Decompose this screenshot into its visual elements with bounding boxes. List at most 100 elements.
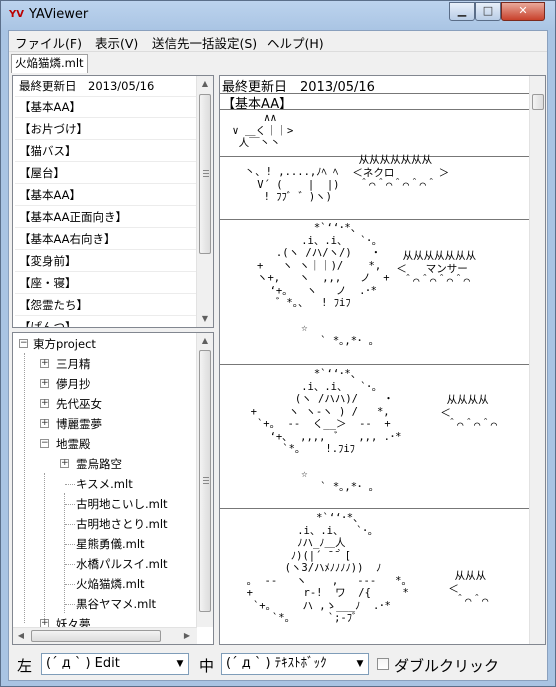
aa-speech-balloon: 从从从从从从从 ＜ネクロ ＞ ＾⌒＾⌒＾⌒＾⌒＾ <box>352 154 450 191</box>
tree-node-file[interactable]: 星熊勇儀.mlt <box>76 534 145 554</box>
left-click-label: 左 <box>17 657 33 675</box>
middle-click-action-value: (´ д ` ) ﾃｷｽﾄﾎﾞｯｸ <box>226 656 327 671</box>
menu-bar: ファイル(F) 表示(V) 送信先一括設定(S) ヘルプ(H) <box>9 31 547 52</box>
tab-current-file[interactable]: 火焔猫燐.mlt <box>11 54 88 73</box>
tree-node-label: 儚月抄 <box>56 377 91 391</box>
aa-speech-balloon: 从从从 ＜ ＾⌒＾⌒ <box>448 570 489 607</box>
tree-node-file[interactable]: キスメ.mlt <box>76 474 133 494</box>
double-click-label[interactable]: ダブルクリック <box>394 655 499 676</box>
left-click-action-select[interactable]: (´ д ` ) Edit ▼ <box>41 653 189 675</box>
menu-view[interactable]: 表示(V) <box>95 33 138 52</box>
scrollbar-thumb[interactable] <box>199 350 211 612</box>
grip-line <box>203 173 209 174</box>
file-tree[interactable]: − 東方project + 三月精 + 儚月抄 + 先代巫女 + 博麗霊夢 − … <box>12 332 214 645</box>
client-area: ファイル(F) 表示(V) 送信先一括設定(S) ヘルプ(H) 火焔猫燐.mlt… <box>8 30 548 681</box>
tree-node-file[interactable]: 水橋パルスイ.mlt <box>76 554 168 574</box>
expand-toggle-icon[interactable]: + <box>40 359 49 368</box>
aa-separator <box>220 219 530 220</box>
chevron-down-icon[interactable]: ▼ <box>172 654 188 674</box>
grip-line <box>203 483 209 484</box>
chevron-down-icon[interactable]: ▼ <box>352 654 368 674</box>
tree-node-label: 霊烏路空 <box>76 457 122 471</box>
expand-toggle-icon[interactable]: + <box>40 419 49 428</box>
tree-connector <box>65 564 75 565</box>
list-item[interactable]: 【お片づけ】 <box>15 119 199 140</box>
tree-connector <box>65 584 75 585</box>
aa-preview-canvas: 最終更新日 2013/05/16 【基本AA】 ∧∧ ∨ ＿く｜｜> 人￣丶丶 … <box>220 76 530 644</box>
grip-line <box>203 176 209 177</box>
yaviewer-app-icon[interactable]: YV <box>9 8 25 22</box>
expand-toggle-icon[interactable]: + <box>60 459 69 468</box>
middle-click-label: 中 <box>199 657 215 675</box>
list-item[interactable]: 【怨霊たち】 <box>15 295 199 316</box>
tree-connector <box>65 524 75 525</box>
aa-art-block[interactable]: 丶、! ,....,ﾉﾍ ﾍ V´ ( | |) ! ﾌﾌﾞ ゛)ヽ) <box>232 166 340 204</box>
close-button[interactable]: ✕ <box>501 2 545 21</box>
scrollbar-thumb[interactable] <box>532 94 544 110</box>
file-tree-hscrollbar[interactable]: ◀ ▶ <box>13 627 197 644</box>
tree-node-file[interactable]: 古明地さとり.mlt <box>76 514 168 534</box>
list-item[interactable]: 【基本AA右向き】 <box>15 229 199 250</box>
scroll-left-arrow-icon[interactable]: ◀ <box>13 628 29 644</box>
list-item[interactable]: 【基本AA】 <box>15 97 199 118</box>
tree-node-file-selected[interactable]: 火焔猫燐.mlt <box>76 574 145 594</box>
left-click-action-value: (´ д ` ) Edit <box>46 656 120 671</box>
category-list-scrollbar[interactable]: ▲ ▼ <box>196 76 213 327</box>
tree-node-file[interactable]: 古明地こいし.mlt <box>76 494 168 514</box>
tree-node-file[interactable]: 黒谷ヤマメ.mlt <box>76 594 156 614</box>
menu-help[interactable]: ヘルプ(H) <box>267 33 324 52</box>
tree-node-label: 三月精 <box>56 357 91 371</box>
list-item[interactable]: 【座・寝】 <box>15 273 199 294</box>
app-window: YV YAViewer ▁ □ ✕ ファイル(F) 表示(V) 送信先一括設定(… <box>0 0 556 687</box>
tree-connector <box>64 493 65 613</box>
hscrollbar-thumb[interactable] <box>31 630 161 642</box>
aa-speech-balloon: 从从从从从从从 ＜ マンサー ＾⌒＾⌒＾⌒＾⌒ <box>396 250 477 287</box>
scroll-up-arrow-icon[interactable]: ▲ <box>197 76 213 92</box>
tree-node-label: 博麗霊夢 <box>56 417 102 431</box>
list-item[interactable]: 【変身前】 <box>15 251 199 272</box>
middle-click-action-select[interactable]: (´ д ` ) ﾃｷｽﾄﾎﾞｯｸ ▼ <box>221 653 369 675</box>
tree-connector <box>65 484 75 485</box>
tree-connector <box>65 544 75 545</box>
expand-toggle-icon[interactable]: + <box>40 379 49 388</box>
aa-art-block[interactable]: *`‘‘･*、 .i、.i、 `･｡ (ヽ /ハハ)/ ・ + ヽ ヽ-ヽ ) … <box>238 368 402 493</box>
double-click-checkbox[interactable] <box>377 658 389 670</box>
list-item[interactable]: 【ぱんつ】 <box>15 317 199 327</box>
list-item[interactable]: 最終更新日 2013/05/16 <box>15 76 199 97</box>
aa-speech-balloon: 从从从从 ＜ ＾⌒＾⌒＾⌒ <box>440 394 498 431</box>
list-item[interactable]: 【基本AA】 <box>15 185 199 206</box>
window-title: YAViewer <box>29 7 89 22</box>
aa-preview-pane[interactable]: 最終更新日 2013/05/16 【基本AA】 ∧∧ ∨ ＿く｜｜> 人￣丶丶 … <box>219 75 546 645</box>
expand-toggle-icon[interactable]: + <box>40 399 49 408</box>
list-item[interactable]: 【屋台】 <box>15 163 199 184</box>
scroll-up-arrow-icon[interactable]: ▲ <box>197 333 213 349</box>
scroll-right-arrow-icon[interactable]: ▶ <box>179 628 195 644</box>
tree-node-label: 東方project <box>33 337 96 351</box>
aa-separator <box>220 364 530 365</box>
tree-node-label: 先代巫女 <box>56 397 102 411</box>
category-list[interactable]: 最終更新日 2013/05/16 【基本AA】 【お片づけ】 【猫バス】 【屋台… <box>12 75 214 328</box>
menu-file[interactable]: ファイル(F) <box>15 33 82 52</box>
maximize-button[interactable]: □ <box>475 2 501 21</box>
collapse-toggle-icon[interactable]: − <box>40 439 49 448</box>
scrollbar-thumb[interactable] <box>199 94 211 254</box>
menu-batch-send-settings[interactable]: 送信先一括設定(S) <box>152 33 257 52</box>
file-tree-scrollbar[interactable]: ▲ <box>196 333 213 627</box>
preview-scrollbar[interactable] <box>529 76 545 644</box>
aa-art-block[interactable]: ∧∧ ∨ ＿く｜｜> 人￣丶丶 <box>226 112 293 150</box>
list-item[interactable]: 【基本AA正面向き】 <box>15 207 199 228</box>
tree-node-label: 地霊殿 <box>56 437 91 451</box>
title-bar[interactable]: YV YAViewer ▁ □ ✕ <box>1 1 555 29</box>
scroll-down-arrow-icon[interactable]: ▼ <box>197 311 213 327</box>
list-item[interactable]: 【猫バス】 <box>15 141 199 162</box>
tree-connector <box>44 473 45 623</box>
collapse-toggle-icon[interactable]: − <box>19 339 28 348</box>
aa-separator <box>220 508 530 509</box>
bottom-toolbar: 左 (´ д ` ) Edit ▼ 中 (´ д ` ) ﾃｷｽﾄﾎﾞｯｸ ▼ … <box>9 650 547 680</box>
grip-line <box>203 170 209 171</box>
aa-art-block[interactable]: *`‘‘･*、 .i、.i、 `･｡ .(ヽ /ハ/ヽ/) ・ + ヽ ヽ｜｜)… <box>238 222 390 347</box>
aa-art-block[interactable]: *`‘‘･*、 .i、.i、 `･｡ ﾉハ_ﾉ＿人 ﾉ)(|´ ̄ ̄｀[ (ヽ… <box>234 512 409 625</box>
grip-line <box>203 480 209 481</box>
minimize-button[interactable]: ▁ <box>449 2 475 21</box>
tree-connector <box>65 504 75 505</box>
